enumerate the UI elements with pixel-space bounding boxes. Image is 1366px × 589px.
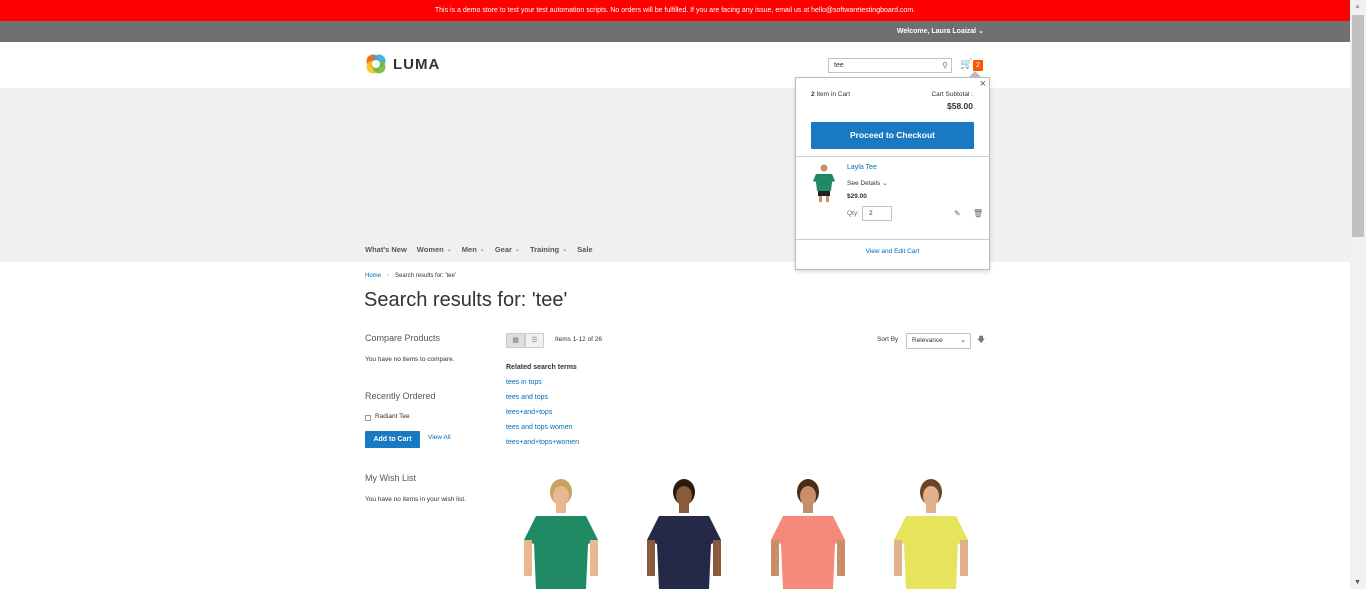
qty-label: Qty: (847, 210, 859, 217)
chevron-down-icon: ⌄ (960, 337, 966, 344)
sort-by-select[interactable]: Relevance ⌄ (906, 333, 971, 349)
chevron-down-icon: ⌄ (446, 247, 452, 253)
nav-item-whats-new[interactable]: What's New (365, 245, 407, 254)
page-title: Search results for: 'tee' (364, 289, 568, 311)
main-navigation: What's New Women ⌄ Men ⌄ Gear ⌄ Training ⌄ S… (365, 245, 593, 254)
sort-by-label: Sort By (877, 336, 899, 343)
product-grid (506, 478, 986, 589)
customer-menu[interactable]: Welcome, Laura Loaizal ⌄ (897, 21, 984, 42)
chevron-down-icon: ⌄ (562, 247, 568, 253)
see-details-toggle[interactable]: See Details ⌄ (847, 179, 888, 187)
related-term-link[interactable]: tees+and+tops+women (506, 439, 579, 446)
nav-item-women[interactable]: Women ⌄ (417, 245, 452, 254)
toolbar-amount: Items 1-12 of 26 (555, 336, 602, 343)
scroll-down-arrow-icon[interactable]: ▼ (1354, 579, 1361, 586)
list-view-icon[interactable]: ☰ (525, 333, 544, 348)
nav-item-gear[interactable]: Gear ⌄ (495, 245, 520, 254)
related-term-link[interactable]: tees and tops (506, 394, 548, 401)
product-photo-icon (893, 479, 968, 589)
view-mode-switcher: ▦ ☰ (506, 333, 544, 348)
product-photo-icon (524, 479, 598, 589)
chevron-down-icon: ⌄ (479, 247, 485, 253)
related-term-link[interactable]: tees+and+tops (506, 409, 552, 416)
product-photo-icon (647, 479, 722, 589)
welcome-text: Welcome, Laura Loaizal (896, 28, 977, 35)
breadcrumb: Home › Search results for: 'tee' (365, 273, 456, 279)
proceed-to-checkout-button[interactable]: Proceed to Checkout (811, 122, 974, 149)
minicart-dropdown: × 2 Item in Cart Cart Subtotal : $58.00 … (795, 71, 990, 270)
nav-item-sale[interactable]: Sale (577, 245, 592, 254)
minicart-product-image[interactable] (810, 163, 838, 203)
product-item-image[interactable] (629, 478, 739, 589)
sort-by-value: Relevance (912, 337, 943, 344)
product-item-image[interactable] (876, 478, 986, 589)
breadcrumb-separator-icon: › (387, 273, 390, 279)
cart-subtotal-value: $58.00 (947, 101, 973, 111)
related-term-link[interactable]: tees in tops (506, 379, 542, 386)
see-details-label: See Details (847, 180, 881, 187)
recently-ordered-title: Recently Ordered (365, 391, 436, 401)
view-and-edit-cart-link[interactable]: View and Edit Cart (796, 248, 989, 255)
luma-logo-icon (366, 54, 386, 74)
cart-icon[interactable]: 🛒 (960, 59, 972, 70)
nav-item-label: What's New (365, 245, 407, 254)
minicart-count-number: 2 (811, 91, 815, 98)
sort-direction-arrow-icon[interactable]: 🡇 (977, 334, 985, 348)
grid-view-icon[interactable]: ▦ (506, 333, 525, 348)
demo-notice-text: This is a demo store to test your test a… (434, 7, 916, 14)
minicart-product-price: $29.00 (847, 193, 867, 200)
scrollbar-thumb[interactable] (1352, 15, 1364, 237)
breadcrumb-current: Search results for: 'tee' (395, 273, 456, 279)
nav-item-training[interactable]: Training ⌄ (530, 245, 567, 254)
divider (796, 156, 989, 157)
nav-item-label: Training (529, 245, 560, 254)
recently-ordered-item[interactable]: Radiant Tee (375, 413, 410, 420)
trash-icon[interactable]: 🗑 (973, 209, 983, 218)
breadcrumb-home-link[interactable]: Home (365, 273, 381, 279)
close-icon[interactable]: × (980, 78, 986, 90)
search-input[interactable]: tee ⚲ (828, 58, 952, 73)
related-term-link[interactable]: tees and tops women (506, 424, 573, 431)
cart-subtotal-label: Cart Subtotal : (931, 91, 973, 98)
compare-products-empty-text: You have no items to compare. (365, 356, 455, 363)
nav-banner-area (0, 88, 1350, 262)
add-to-cart-button[interactable]: Add to Cart (365, 431, 420, 448)
product-photo-icon (770, 479, 845, 589)
minicart-count-label: Item in Cart (816, 91, 851, 98)
header-panel: Welcome, Laura Loaizal ⌄ (0, 21, 1350, 42)
page-header: LUMA tee ⚲ 🛒 2 (0, 42, 1350, 88)
related-search-terms-title: Related search terms (506, 364, 577, 371)
edit-pencil-icon[interactable]: ✎ (954, 209, 961, 218)
wish-list-title: My Wish List (365, 473, 417, 483)
vertical-scrollbar[interactable]: ▲ ▼ (1350, 0, 1366, 589)
qty-input[interactable]: 2 (862, 206, 892, 221)
cart-count-badge[interactable]: 2 (973, 60, 983, 71)
logo[interactable]: LUMA (365, 53, 440, 75)
chevron-down-icon: ⌄ (978, 28, 984, 35)
nav-item-label: Women (416, 245, 444, 254)
divider (796, 239, 989, 240)
minicart-product-name[interactable]: Layla Tee (847, 164, 877, 171)
recently-ordered-checkbox[interactable] (365, 415, 371, 421)
demo-notice-bar: This is a demo store to test your test a… (0, 0, 1350, 21)
nav-item-label: Gear (494, 245, 512, 254)
scroll-up-arrow-icon[interactable]: ▲ (1354, 3, 1361, 10)
minicart-item-count: 2 Item in Cart (811, 91, 850, 98)
nav-item-label: Men (461, 245, 477, 254)
product-item-image[interactable] (753, 478, 863, 589)
chevron-down-icon: ⌄ (882, 180, 888, 187)
search-icon[interactable]: ⚲ (942, 59, 948, 72)
search-input-value: tee (834, 62, 844, 69)
nav-item-label: Sale (577, 245, 593, 254)
chevron-down-icon: ⌄ (514, 247, 520, 253)
wish-list-empty-text: You have no items in your wish list. (365, 496, 466, 503)
view-all-link[interactable]: View All (428, 434, 451, 441)
compare-products-title: Compare Products (365, 333, 441, 343)
nav-item-men[interactable]: Men ⌄ (462, 245, 485, 254)
logo-text: LUMA (393, 55, 441, 73)
product-item-image[interactable] (506, 478, 616, 589)
